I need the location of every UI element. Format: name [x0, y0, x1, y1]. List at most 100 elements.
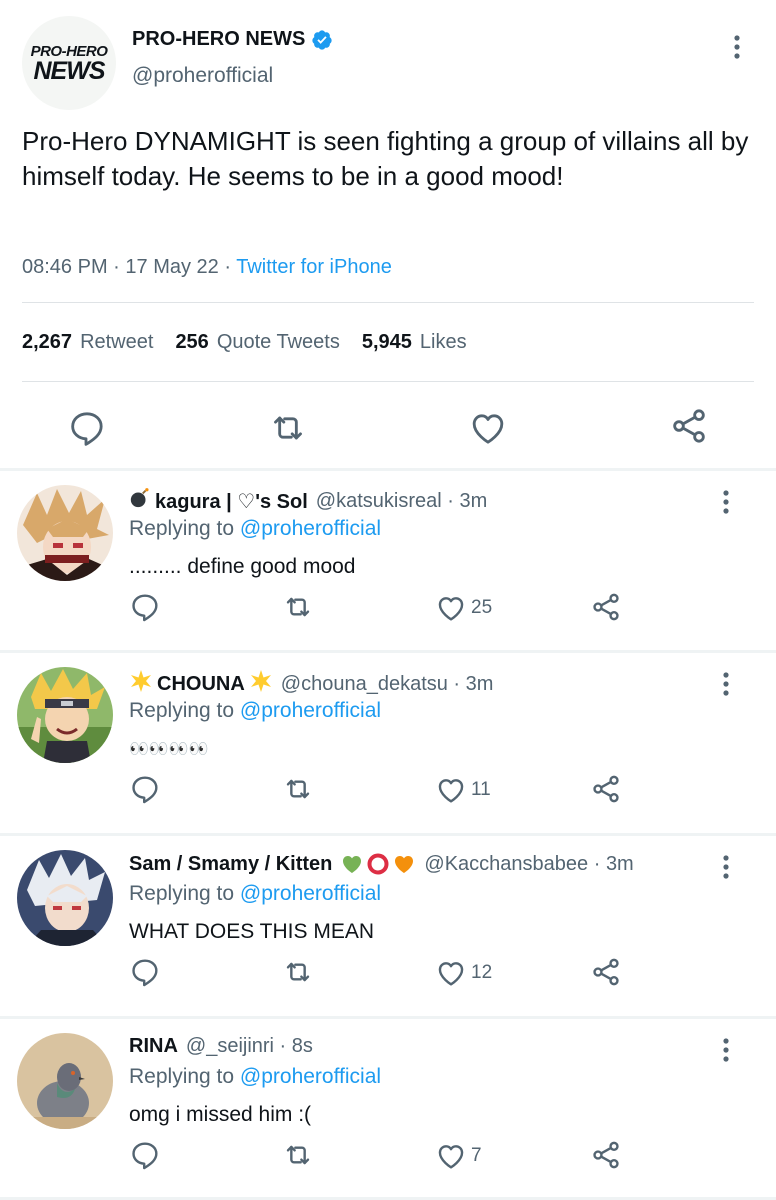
share-icon[interactable] [590, 773, 622, 807]
reply-tweet[interactable]: Sam / Smamy / Kitten @Kacchansbabee · 3m… [0, 836, 776, 1016]
like-button[interactable]: 25 [435, 591, 492, 625]
share-icon[interactable] [590, 591, 622, 625]
reply-time[interactable]: 3m [459, 490, 487, 513]
meta-separator: · [274, 1035, 292, 1057]
like-button[interactable]: 11 [435, 773, 491, 807]
retweets-count: 2,267 [22, 331, 73, 353]
retweet-icon[interactable] [282, 773, 314, 807]
share-icon[interactable] [669, 406, 709, 446]
retweet-icon[interactable] [282, 956, 314, 990]
reply-author-name[interactable]: kagura | ♡'s Sol [155, 489, 308, 514]
likes-label: Likes [419, 331, 467, 353]
reply-author-name[interactable]: Sam / Smamy / Kitten [129, 853, 332, 876]
author-handle[interactable]: @proherofficial [132, 64, 273, 88]
hearts-emoji-icon [340, 852, 416, 876]
reply-text: 👀👀👀👀 [129, 741, 209, 758]
reply-header: RINA @_seijinri · 8s [129, 1035, 313, 1058]
like-button[interactable]: 12 [435, 956, 492, 990]
reply-time[interactable]: 3m [466, 673, 494, 696]
reply-header: kagura | ♡'s Sol @katsukisreal · 3m [129, 487, 487, 515]
share-icon[interactable] [590, 1139, 622, 1173]
star-emoji-icon [129, 669, 153, 699]
replying-to-handle[interactable]: @proherofficial [240, 882, 381, 905]
reply-text: ......... define good mood [129, 555, 356, 578]
reply-author-handle[interactable]: @katsukisreal [316, 490, 442, 513]
reply-author-name-row[interactable]: Sam / Smamy / Kitten [129, 852, 416, 876]
more-options-icon[interactable] [727, 34, 747, 60]
replying-to-handle[interactable]: @proherofficial [240, 1065, 381, 1088]
tweet-date[interactable]: 17 May 22 [125, 256, 218, 278]
replying-to-label: Replying to [129, 517, 235, 540]
reply-time[interactable]: 8s [292, 1035, 313, 1058]
reply-icon[interactable] [67, 408, 107, 448]
retweet-icon[interactable] [282, 591, 314, 625]
like-count: 11 [471, 779, 491, 800]
like-icon[interactable] [468, 408, 508, 448]
avatar[interactable]: PRO-HERO NEWS [22, 16, 116, 110]
retweet-icon[interactable] [282, 1139, 314, 1173]
author-name-row[interactable]: PRO-HERO NEWS [132, 28, 333, 51]
retweets-stat[interactable]: 2,267 Retweet [22, 331, 153, 354]
reply-tweet[interactable]: CHOUNA @chouna_dekatsu · 3m Replying to … [0, 653, 776, 833]
author-name[interactable]: PRO-HERO NEWS [132, 28, 305, 51]
reply-author-name[interactable]: CHOUNA [157, 673, 245, 696]
reply-author-name-row[interactable]: kagura | ♡'s Sol [129, 487, 308, 515]
reply-author-handle[interactable]: @_seijinri [186, 1035, 274, 1058]
like-count: 25 [471, 597, 493, 618]
tweet-meta: 08:46 PM · 17 May 22 · Twitter for iPhon… [22, 256, 392, 279]
retweet-icon[interactable] [268, 408, 308, 448]
reply-author-name-row[interactable]: RINA [129, 1035, 178, 1058]
divider [22, 381, 754, 382]
meta-separator: · [447, 672, 466, 695]
reply-icon[interactable] [129, 591, 161, 625]
retweets-label: Retweet [80, 331, 154, 353]
like-icon [438, 779, 464, 803]
more-options-icon[interactable] [716, 1037, 736, 1063]
like-icon [438, 597, 464, 621]
reply-tweet[interactable]: RINA @_seijinri · 8s Replying to @proher… [0, 1019, 776, 1199]
replying-to-label: Replying to [129, 1065, 235, 1088]
like-button[interactable]: 7 [435, 1139, 482, 1173]
bomb-emoji-icon [129, 487, 151, 515]
tweet-actions [0, 400, 776, 456]
avatar-logo-text-2: NEWS [33, 56, 106, 85]
tweet-stats: 2,267 Retweet 256 Quote Tweets 5,945 Likes [22, 331, 467, 354]
avatar[interactable] [17, 667, 113, 763]
reply-header: Sam / Smamy / Kitten @Kacchansbabee · 3m [129, 852, 634, 876]
replying-to-handle[interactable]: @proherofficial [240, 699, 381, 722]
meta-separator: · [441, 489, 460, 512]
replying-to-handle[interactable]: @proherofficial [240, 517, 381, 540]
likes-count: 5,945 [361, 331, 412, 353]
reply-author-name[interactable]: RINA [129, 1035, 178, 1058]
reply-text: omg i missed him :( [129, 1103, 312, 1126]
reply-time[interactable]: 3m [606, 853, 634, 876]
avatar[interactable] [17, 485, 113, 581]
reply-author-name-row[interactable]: CHOUNA [129, 669, 273, 699]
more-options-icon[interactable] [716, 671, 736, 697]
star-emoji-icon [249, 669, 273, 699]
verified-badge-icon [311, 29, 333, 51]
reply-icon[interactable] [129, 1139, 161, 1173]
more-options-icon[interactable] [716, 489, 736, 515]
reply-author-handle[interactable]: @Kacchansbabee [424, 853, 588, 876]
meta-separator: · [113, 256, 126, 278]
divider [22, 302, 754, 303]
reply-header: CHOUNA @chouna_dekatsu · 3m [129, 669, 493, 699]
quotes-stat[interactable]: 256 Quote Tweets [175, 331, 339, 354]
reply-text: WHAT DOES THIS MEAN [129, 920, 375, 943]
tweet-source[interactable]: Twitter for iPhone [236, 256, 392, 278]
avatar[interactable] [17, 1033, 113, 1129]
reply-author-handle[interactable]: @chouna_dekatsu [281, 673, 448, 696]
reply-tweet[interactable]: kagura | ♡'s Sol @katsukisreal · 3m Repl… [0, 471, 776, 651]
replying-to: Replying to @proherofficial [129, 1065, 381, 1089]
likes-stat[interactable]: 5,945 Likes [362, 331, 467, 354]
meta-separator: · [588, 852, 606, 875]
tweet-time[interactable]: 08:46 PM [22, 256, 108, 278]
more-options-icon[interactable] [716, 854, 736, 880]
reply-icon[interactable] [129, 956, 161, 990]
main-tweet: PRO-HERO NEWS PRO-HERO NEWS @proheroffic… [0, 0, 776, 470]
reply-icon[interactable] [129, 773, 161, 807]
quotes-count: 256 [175, 331, 209, 353]
share-icon[interactable] [590, 956, 622, 990]
avatar[interactable] [17, 850, 113, 946]
